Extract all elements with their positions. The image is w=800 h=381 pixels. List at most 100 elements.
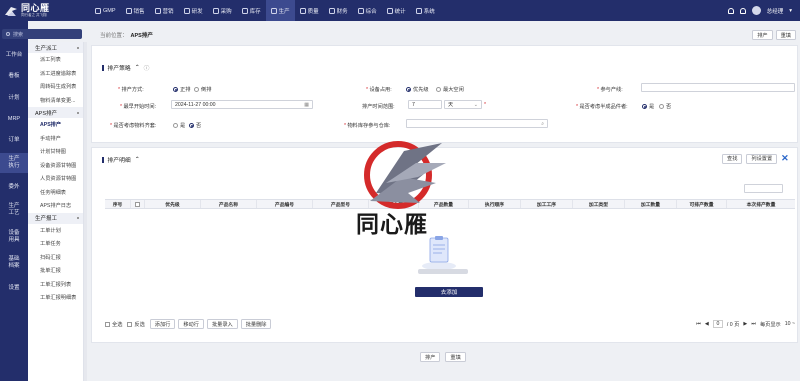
rail-item-workbench[interactable]: 工作台 bbox=[0, 52, 28, 59]
submenu-group-dispatch[interactable]: 生产派工 bbox=[28, 42, 83, 53]
topnav-system[interactable]: 系统 bbox=[411, 0, 440, 21]
invert-checkbox[interactable]: 反选 bbox=[127, 321, 145, 328]
batch-delete-button[interactable]: 批量删除 bbox=[240, 319, 272, 329]
col-schedulable-qty[interactable]: 可排产数量 bbox=[677, 200, 727, 208]
submenu-item[interactable]: 物料清单变更... bbox=[28, 94, 83, 108]
notification-icon[interactable] bbox=[739, 7, 746, 14]
submenu-item[interactable]: 周转码生成列表 bbox=[28, 80, 83, 94]
page-input[interactable]: 0 bbox=[712, 320, 723, 328]
topnav-production[interactable]: 生产 bbox=[265, 0, 295, 21]
submenu-scrollbar[interactable] bbox=[84, 42, 87, 381]
bell-icon[interactable] bbox=[727, 7, 734, 14]
submenu-group-report[interactable]: 生产报工 bbox=[28, 212, 83, 224]
submenu-item[interactable]: 工单汇报列表 bbox=[28, 278, 83, 292]
rail-item-board[interactable]: 看板 bbox=[0, 73, 28, 80]
method-backward-radio[interactable]: 倒排 bbox=[194, 86, 211, 93]
chevron-down-icon[interactable]: ▾ bbox=[789, 8, 792, 14]
submenu-item[interactable]: 设备资源甘特图 bbox=[28, 159, 83, 173]
submenu-item[interactable]: 人员资源甘特图 bbox=[28, 172, 83, 186]
topnav-rd[interactable]: 研发 bbox=[179, 0, 208, 21]
user-name[interactable]: 总经理 bbox=[767, 7, 784, 15]
warehouse-input[interactable]: ⌕ bbox=[406, 119, 548, 128]
semi-no-radio[interactable]: 否 bbox=[659, 103, 671, 110]
rail-item-order[interactable]: 订单 bbox=[0, 137, 28, 144]
prev-page-icon[interactable]: ◀ bbox=[705, 321, 709, 327]
topnav-gmp[interactable]: GMP bbox=[90, 0, 121, 21]
add-row-button[interactable]: 添加行 bbox=[149, 319, 176, 329]
submenu-item[interactable]: 派工进度追踪表 bbox=[28, 67, 83, 81]
topnav-stats[interactable]: 统计 bbox=[382, 0, 411, 21]
col-this-schedule-qty[interactable]: 本次排产数量 bbox=[727, 200, 795, 208]
submenu-item[interactable]: 手动排产 bbox=[28, 132, 83, 146]
start-time-input[interactable]: 2024-11-27 00:00 ▦ bbox=[171, 100, 313, 109]
chevron-up-icon[interactable]: ⌃ bbox=[135, 65, 140, 71]
submenu-item[interactable]: APS排产日志 bbox=[28, 199, 83, 213]
close-icon[interactable]: ✕ bbox=[781, 153, 789, 164]
app-logo[interactable]: 同心雁 同行者之 共飞翔 bbox=[0, 0, 78, 21]
menu-search-input[interactable]: 搜索 bbox=[2, 29, 82, 39]
submenu-item[interactable]: 批单汇报 bbox=[28, 264, 83, 278]
topnav-marketing[interactable]: 营销 bbox=[150, 0, 179, 21]
rail-item-equipment[interactable]: 设备用具 bbox=[0, 230, 28, 244]
rail-item-execution[interactable]: 生产执行 bbox=[0, 153, 28, 173]
avatar[interactable] bbox=[751, 6, 761, 15]
material-yes-radio[interactable]: 是 bbox=[173, 122, 185, 129]
topnav-quality[interactable]: 质量 bbox=[295, 0, 324, 21]
range-unit-select[interactable]: 天 ⌄ bbox=[444, 100, 482, 109]
semi-yes-radio[interactable]: 是 bbox=[642, 103, 654, 110]
rail-item-mrp[interactable]: MRP bbox=[0, 116, 28, 123]
move-row-button[interactable]: 移动行 bbox=[178, 319, 204, 329]
col-product-code[interactable]: 产品编号 bbox=[257, 200, 313, 208]
column-settings-button[interactable]: 列设置置 bbox=[746, 153, 778, 164]
col-product-name[interactable]: 产品名称 bbox=[201, 200, 257, 208]
submenu-item-aps[interactable]: APS排产 bbox=[28, 118, 83, 132]
select-all-checkbox[interactable]: 全选 bbox=[105, 321, 122, 328]
range-input[interactable]: 7 bbox=[408, 100, 442, 109]
submenu-item[interactable]: 计划甘特图 bbox=[28, 145, 83, 159]
reset-button[interactable]: 重填 bbox=[445, 352, 466, 362]
per-page-select[interactable]: 10 ~ bbox=[785, 321, 795, 327]
rail-item-settings[interactable]: 设置 bbox=[0, 285, 28, 292]
device-max-radio[interactable]: 最大空闲 bbox=[436, 86, 464, 93]
submenu-item[interactable]: 工单计划 bbox=[28, 224, 83, 238]
col-index[interactable]: 序号 bbox=[105, 200, 131, 208]
rail-item-process[interactable]: 生产工艺 bbox=[0, 203, 28, 217]
rail-item-archive[interactable]: 基础档案 bbox=[0, 256, 28, 270]
line-input[interactable] bbox=[641, 83, 795, 92]
find-button[interactable]: 查找 bbox=[722, 153, 743, 164]
rail-item-plan[interactable]: 计划 bbox=[0, 95, 28, 102]
col-exec-order[interactable]: 执行顺序 bbox=[469, 200, 521, 208]
col-process[interactable]: 加工工序 bbox=[521, 200, 573, 208]
next-page-icon[interactable]: ▶ bbox=[743, 321, 747, 327]
col-process-type[interactable]: 加工类型 bbox=[573, 200, 625, 208]
col-checkbox[interactable] bbox=[131, 200, 145, 208]
last-page-icon[interactable]: ⏭ bbox=[751, 321, 756, 328]
submenu-item[interactable]: 工单任务 bbox=[28, 237, 83, 251]
batch-import-button[interactable]: 批量录入 bbox=[206, 319, 238, 329]
topnav-inventory[interactable]: 库存 bbox=[237, 0, 266, 21]
topnav-sales[interactable]: 销售 bbox=[121, 0, 150, 21]
submenu-group-aps[interactable]: APS排产 bbox=[28, 107, 83, 118]
submenu-item[interactable]: 任务明细表 bbox=[28, 186, 83, 200]
rail-item-outsource[interactable]: 委外 bbox=[0, 184, 28, 191]
submenu-item[interactable]: 派工列表 bbox=[28, 53, 83, 67]
header-reset-button[interactable]: 重填 bbox=[775, 30, 796, 40]
group-label: APS排产 bbox=[35, 110, 58, 117]
checkbox-icon[interactable] bbox=[135, 201, 140, 207]
chevron-up-icon[interactable]: ⌃ bbox=[135, 157, 140, 163]
col-priority[interactable]: 优先级 bbox=[145, 200, 201, 208]
col-process-qty[interactable]: 加工数量 bbox=[625, 200, 677, 208]
topnav-general[interactable]: 综合 bbox=[353, 0, 382, 21]
method-forward-radio[interactable]: 正排 bbox=[173, 86, 190, 93]
table-filter-input[interactable] bbox=[744, 184, 783, 193]
topnav-purchase[interactable]: 采购 bbox=[208, 0, 237, 21]
first-page-icon[interactable]: ⏮ bbox=[696, 321, 701, 328]
device-priority-radio[interactable]: 优先级 bbox=[406, 86, 429, 93]
topnav-finance[interactable]: 财务 bbox=[324, 0, 353, 21]
add-button[interactable]: 去添加 bbox=[415, 287, 483, 297]
material-no-radio[interactable]: 否 bbox=[189, 122, 201, 129]
schedule-button[interactable]: 排产 bbox=[420, 352, 441, 362]
submenu-item[interactable]: 扫码汇报 bbox=[28, 251, 83, 265]
header-schedule-button[interactable]: 排产 bbox=[752, 30, 773, 40]
submenu-item[interactable]: 工单汇报明细表 bbox=[28, 291, 83, 305]
